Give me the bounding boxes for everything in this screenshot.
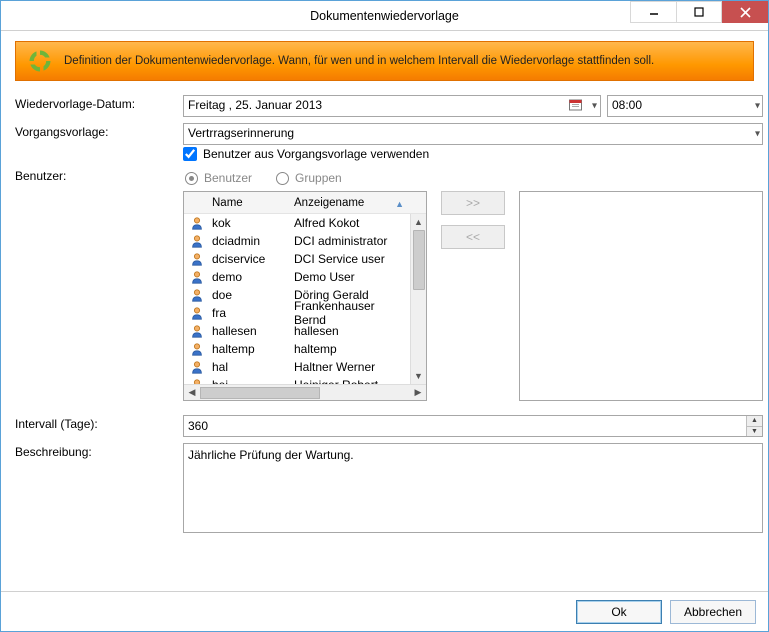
user-icon <box>184 288 210 302</box>
spinner-down[interactable]: ▼ <box>746 427 762 437</box>
row-name: fra <box>210 306 292 320</box>
user-label: Benutzer: <box>15 167 177 401</box>
window-controls <box>630 1 768 23</box>
calendar-icon <box>569 99 582 114</box>
sort-asc-icon: ▲ <box>395 199 404 209</box>
row-name: haltemp <box>210 342 292 356</box>
row-display: Haltner Werner <box>292 360 410 374</box>
spinner-buttons: ▲ ▼ <box>746 416 762 436</box>
radio-group-label: Gruppen <box>295 171 342 185</box>
radio-group[interactable]: Gruppen <box>276 171 342 185</box>
user-type-radio-group: Benutzer Gruppen <box>185 171 763 185</box>
banner-text: Definition der Dokumentenwiedervorlage. … <box>64 55 654 67</box>
list-item[interactable]: kokAlfred Kokot <box>184 214 410 232</box>
scroll-thumb[interactable] <box>413 230 425 290</box>
time-select[interactable]: 08:00 <box>607 95 763 117</box>
ok-button[interactable]: Ok <box>576 600 662 624</box>
list-item[interactable]: dciadminDCI administrator <box>184 232 410 250</box>
available-list[interactable]: Name Anzeigename ▲ kokAlfred Kokotdciadm… <box>183 191 427 401</box>
chevron-down-icon: ▾ <box>592 101 597 112</box>
row-name: hal <box>210 360 292 374</box>
row-name: dciadmin <box>210 234 292 248</box>
maximize-button[interactable] <box>676 1 722 23</box>
date-picker[interactable]: Freitag , 25. Januar 2013 ▾ <box>183 95 601 117</box>
use-template-users-label: Benutzer aus Vorgangsvorlage verwenden <box>203 147 429 161</box>
template-label: Vorgangsvorlage: <box>15 123 177 161</box>
scroll-left-button[interactable]: ◀ <box>184 387 200 398</box>
user-icon <box>184 270 210 284</box>
dual-list: Name Anzeigename ▲ kokAlfred Kokotdciadm… <box>183 191 763 401</box>
row-name: kok <box>210 216 292 230</box>
cancel-button[interactable]: Abbrechen <box>670 600 756 624</box>
spinner-up[interactable]: ▲ <box>746 416 762 427</box>
user-icon <box>184 306 210 320</box>
list-item[interactable]: dciserviceDCI Service user <box>184 250 410 268</box>
row-name: demo <box>210 270 292 284</box>
row-display: Frankenhauser Bernd <box>292 299 410 327</box>
list-item[interactable]: fraFrankenhauser Bernd <box>184 304 410 322</box>
radio-user[interactable]: Benutzer <box>185 171 252 185</box>
row-display: DCI administrator <box>292 234 410 248</box>
interval-input[interactable] <box>183 415 763 437</box>
selected-list[interactable] <box>519 191 763 401</box>
move-buttons: >> << <box>441 191 505 249</box>
interval-label: Intervall (Tage): <box>15 415 177 437</box>
list-header: Name Anzeigename ▲ <box>184 192 426 214</box>
row-name: dciservice <box>210 252 292 266</box>
row-name: doe <box>210 288 292 302</box>
scroll-right-button[interactable]: ▶ <box>410 387 426 398</box>
add-button[interactable]: >> <box>441 191 505 215</box>
dialog-window: Dokumentenwiedervorlage Definition der D… <box>0 0 769 632</box>
user-icon <box>184 324 210 338</box>
row-display: hallesen <box>292 324 410 338</box>
maximize-icon <box>694 7 704 17</box>
use-template-users-checkbox[interactable] <box>183 147 197 161</box>
list-item[interactable]: halHaltner Werner <box>184 358 410 376</box>
dialog-footer: Ok Abbrechen <box>1 591 768 631</box>
vertical-scrollbar[interactable]: ▲ ▼ <box>410 214 426 384</box>
date-value: Freitag , 25. Januar 2013 <box>188 98 322 112</box>
row-display: Demo User <box>292 270 410 284</box>
row-name: hei <box>210 378 292 384</box>
list-item[interactable]: demoDemo User <box>184 268 410 286</box>
user-icon <box>184 342 210 356</box>
scroll-down-button[interactable]: ▼ <box>411 368 426 384</box>
time-value: 08:00 <box>612 98 642 112</box>
user-icon <box>184 378 210 384</box>
scroll-up-button[interactable]: ▲ <box>411 214 426 230</box>
list-item[interactable]: haltemphaltemp <box>184 340 410 358</box>
description-textarea[interactable] <box>183 443 763 533</box>
close-icon <box>740 7 751 18</box>
recycle-icon <box>26 47 54 75</box>
row-display: DCI Service user <box>292 252 410 266</box>
hscroll-thumb[interactable] <box>200 387 320 399</box>
user-icon <box>184 234 210 248</box>
col-name-header[interactable]: Name <box>210 197 292 209</box>
description-label: Beschreibung: <box>15 443 177 536</box>
horizontal-scrollbar[interactable]: ◀ ▶ <box>184 384 426 400</box>
user-icon <box>184 252 210 266</box>
minimize-button[interactable] <box>630 1 676 23</box>
row-name: hallesen <box>210 324 292 338</box>
remove-button[interactable]: << <box>441 225 505 249</box>
radio-user-label: Benutzer <box>204 171 252 185</box>
title-bar: Dokumentenwiedervorlage <box>1 1 768 31</box>
row-display: haltemp <box>292 342 410 356</box>
template-select[interactable]: Vertrragserinnerung <box>183 123 763 145</box>
template-value: Vertrragserinnerung <box>188 126 294 140</box>
info-banner: Definition der Dokumentenwiedervorlage. … <box>15 41 754 81</box>
user-icon <box>184 360 210 374</box>
form-grid: Wiedervorlage-Datum: Freitag , 25. Janua… <box>15 95 754 536</box>
col-display-header[interactable]: Anzeigename ▲ <box>292 197 426 209</box>
content-area: Definition der Dokumentenwiedervorlage. … <box>1 31 768 591</box>
close-button[interactable] <box>722 1 768 23</box>
user-icon <box>184 216 210 230</box>
list-item[interactable]: hallesenhallesen <box>184 322 410 340</box>
minimize-icon <box>649 7 659 17</box>
row-display: Heiniger Robert <box>292 378 410 384</box>
row-display: Alfred Kokot <box>292 216 410 230</box>
list-item[interactable]: heiHeiniger Robert <box>184 376 410 384</box>
date-label: Wiedervorlage-Datum: <box>15 95 177 117</box>
